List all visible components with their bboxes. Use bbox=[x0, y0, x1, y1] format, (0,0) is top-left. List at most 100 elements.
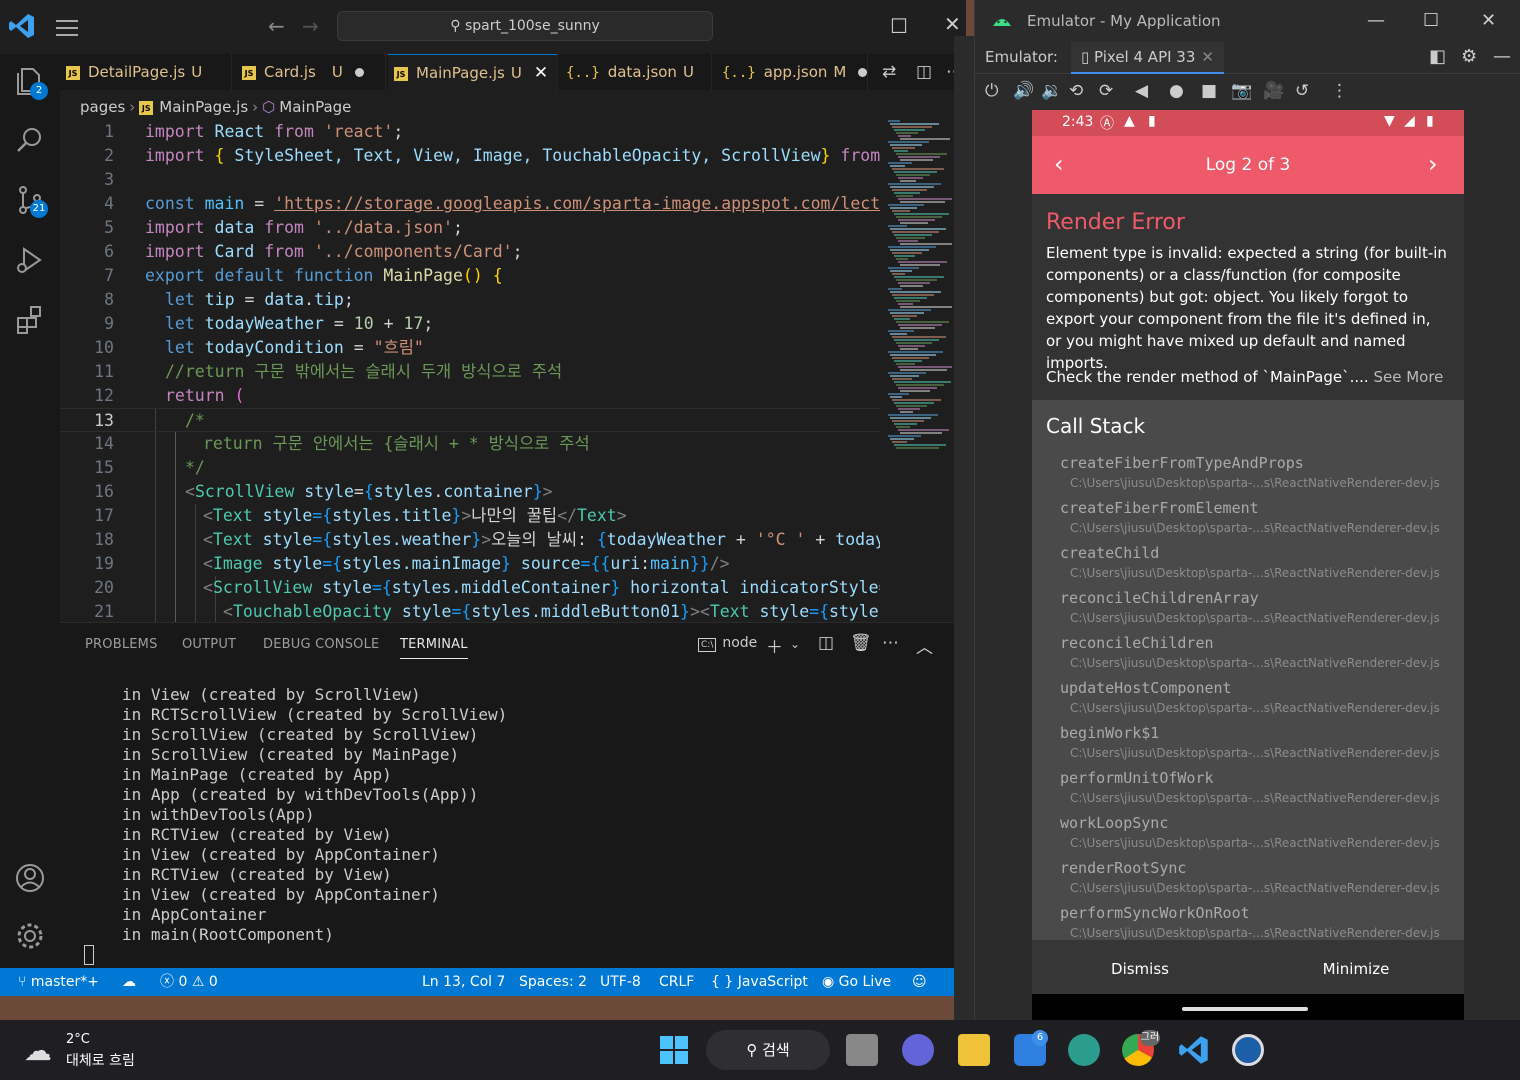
minimize-icon[interactable]: — bbox=[1367, 10, 1385, 31]
feedback-icon[interactable]: ☺ bbox=[912, 968, 927, 996]
token: "흐림" bbox=[373, 338, 424, 357]
file-explorer-icon[interactable] bbox=[958, 1034, 990, 1066]
problems-status[interactable]: ⓧ 0 ⚠ 0 bbox=[160, 968, 218, 996]
sync-icon[interactable]: ☁ bbox=[122, 968, 136, 996]
tab-output[interactable]: OUTPUT bbox=[182, 637, 236, 652]
more-vertical-icon[interactable]: ⋮ bbox=[1331, 81, 1348, 101]
windows-start-icon[interactable] bbox=[658, 1034, 690, 1066]
layout-icon[interactable]: ◧ bbox=[1429, 46, 1446, 67]
breadcrumb-folder[interactable]: pages bbox=[80, 98, 125, 116]
rotate-right-icon[interactable]: ⟳ bbox=[1099, 81, 1113, 101]
breadcrumb-file[interactable]: MainPage.js bbox=[159, 98, 248, 116]
home-icon[interactable]: ● bbox=[1169, 81, 1184, 101]
split-terminal-icon[interactable]: ◫ bbox=[818, 633, 834, 653]
chevron-left-icon[interactable]: ‹ bbox=[1054, 150, 1064, 178]
dismiss-button[interactable]: Dismiss bbox=[1032, 940, 1248, 998]
tab-mainpage[interactable]: JS MainPage.js U ✕ bbox=[388, 54, 558, 90]
gesture-bar[interactable] bbox=[1182, 1007, 1308, 1011]
accounts-icon[interactable] bbox=[14, 862, 46, 894]
task-view-icon[interactable] bbox=[846, 1034, 878, 1066]
settings-gear-icon[interactable] bbox=[14, 920, 46, 952]
close-icon[interactable]: ✕ bbox=[1481, 10, 1496, 31]
maximize-panel-icon[interactable]: ︿ bbox=[916, 633, 933, 658]
compare-changes-icon[interactable]: ⇄ bbox=[882, 62, 896, 82]
search-icon[interactable] bbox=[14, 124, 46, 156]
chat-icon[interactable] bbox=[902, 1034, 934, 1066]
rotate-left-icon[interactable]: ⟲ bbox=[1069, 81, 1083, 101]
vscode-taskbar-icon[interactable] bbox=[1178, 1034, 1210, 1066]
encoding[interactable]: UTF-8 bbox=[600, 968, 641, 996]
tab-close-icon[interactable]: ✕ bbox=[534, 63, 548, 83]
new-terminal-icon[interactable]: ＋ bbox=[766, 633, 783, 658]
volume-down-icon[interactable]: 🔉 bbox=[1041, 81, 1062, 101]
back-arrow-icon[interactable]: ← bbox=[268, 14, 285, 38]
maximize-icon[interactable]: ☐ bbox=[1423, 10, 1439, 31]
snapshot-icon[interactable]: ↺ bbox=[1295, 81, 1309, 101]
back-icon[interactable]: ◀ bbox=[1135, 81, 1148, 101]
tab-debug-console[interactable]: DEBUG CONSOLE bbox=[263, 637, 379, 652]
git-branch[interactable]: ⑂ master*+ bbox=[18, 968, 99, 996]
code-editor[interactable]: 1 import React from 'react'; 2 import { St… bbox=[60, 120, 880, 622]
more-actions-icon[interactable]: ⋯ bbox=[882, 633, 899, 653]
maximize-icon[interactable]: ☐ bbox=[890, 14, 908, 38]
tab-app-json[interactable]: {..} app.json M bbox=[716, 54, 868, 90]
tab-data-json[interactable]: {..} data.json U bbox=[560, 54, 712, 90]
chevron-down-icon[interactable]: ⌄ bbox=[790, 637, 800, 651]
edge-icon[interactable] bbox=[1068, 1034, 1100, 1066]
taskbar-search[interactable]: ⚲ 검색 bbox=[706, 1030, 830, 1070]
settings-gear-icon[interactable]: ⚙ bbox=[1461, 46, 1477, 67]
close-tab-icon[interactable]: ✕ bbox=[1201, 48, 1214, 66]
hamburger-menu-icon[interactable] bbox=[56, 20, 78, 36]
token: styles.m bbox=[829, 602, 880, 621]
minimize-button[interactable]: Minimize bbox=[1248, 940, 1464, 998]
command-center-search[interactable]: ⚲ spart_100se_sunny bbox=[337, 11, 713, 41]
android-studio-icon[interactable] bbox=[1232, 1034, 1264, 1066]
trash-icon[interactable]: 🗑 bbox=[850, 633, 872, 653]
token: styles.mainImage bbox=[342, 554, 502, 573]
stack-frame[interactable]: updateHostComponent C:\Users\jiusu\Deskto… bbox=[1060, 679, 1460, 724]
go-live-button[interactable]: ◉ Go Live bbox=[822, 968, 891, 996]
indentation[interactable]: Spaces: 2 bbox=[519, 968, 587, 996]
stack-frame[interactable]: beginWork$1 C:\Users\jiusu\Desktop\sparta… bbox=[1060, 724, 1460, 769]
tab-terminal[interactable]: TERMINAL bbox=[400, 637, 468, 659]
power-icon[interactable]: ⏻ bbox=[985, 81, 998, 101]
camera-icon[interactable]: 📷 bbox=[1231, 81, 1252, 101]
minimap-line bbox=[894, 339, 939, 341]
stack-frame[interactable]: createChild C:\Users\jiusu\Desktop\sparta… bbox=[1060, 544, 1460, 589]
signal-icon: ◢ bbox=[1404, 113, 1415, 129]
minimap[interactable] bbox=[884, 120, 957, 450]
chevron-right-icon[interactable]: › bbox=[1428, 150, 1438, 178]
extensions-icon[interactable] bbox=[14, 304, 46, 336]
language-mode[interactable]: { } JavaScript bbox=[711, 968, 808, 996]
stack-frame[interactable]: performSyncWorkOnRoot C:\Users\jiusu\Desk… bbox=[1060, 904, 1460, 940]
tab-detailpage[interactable]: JS DetailPage.js U bbox=[60, 54, 232, 90]
stack-frame[interactable]: performUnitOfWork C:\Users\jiusu\Desktop\… bbox=[1060, 769, 1460, 814]
cursor-position[interactable]: Ln 13, Col 7 bbox=[422, 968, 505, 996]
code-line: 14 return 구문 안에서는 {슬래시 + * 방식으로 주석 bbox=[60, 432, 880, 456]
stack-frame[interactable]: workLoopSync C:\Users\jiusu\Desktop\spart… bbox=[1060, 814, 1460, 859]
stack-frame[interactable]: reconcileChildrenArray C:\Users\jiusu\Des… bbox=[1060, 589, 1460, 634]
overview-icon[interactable]: ■ bbox=[1201, 81, 1217, 101]
split-editor-icon[interactable]: ◫ bbox=[916, 62, 932, 82]
run-debug-icon[interactable] bbox=[14, 244, 46, 276]
stack-frame[interactable]: createFiberFromElement C:\Users\jiusu\Des… bbox=[1060, 499, 1460, 544]
token[interactable]: 'https://storage.googleapis.com/sparta-i… bbox=[274, 194, 880, 213]
tab-problems[interactable]: PROBLEMS bbox=[85, 637, 158, 652]
minimap-line bbox=[894, 129, 925, 131]
stack-frame[interactable]: renderRootSync C:\Users\jiusu\Desktop\spa… bbox=[1060, 859, 1460, 904]
tab-card[interactable]: JS Card.js U bbox=[236, 54, 386, 90]
volume-up-icon[interactable]: 🔊 bbox=[1013, 81, 1034, 101]
minimize-panel-icon[interactable]: — bbox=[1493, 46, 1511, 67]
stack-frame[interactable]: createFiberFromTypeAndProps C:\Users\jius… bbox=[1060, 454, 1460, 499]
see-more-link[interactable]: See More bbox=[1373, 368, 1443, 386]
terminal-selector[interactable]: C:\ node bbox=[698, 635, 757, 652]
record-icon[interactable]: 🎥 bbox=[1263, 81, 1284, 101]
breadcrumb-symbol[interactable]: MainPage bbox=[279, 98, 351, 116]
forward-arrow-icon[interactable]: → bbox=[302, 14, 319, 38]
terminal-cursor[interactable] bbox=[84, 945, 94, 965]
phone-screen[interactable]: 2:43 Ⓐ ▲ ▮ ▼ ◢ ▮ Log 2 of 3 ‹ › Render E… bbox=[1032, 110, 1464, 1020]
line-ending[interactable]: CRLF bbox=[659, 968, 694, 996]
device-tab[interactable]: ▯ Pixel 4 API 33 ✕ bbox=[1071, 42, 1224, 74]
stack-frame[interactable]: reconcileChildren C:\Users\jiusu\Desktop\… bbox=[1060, 634, 1460, 679]
close-icon[interactable]: ✕ bbox=[944, 12, 961, 36]
